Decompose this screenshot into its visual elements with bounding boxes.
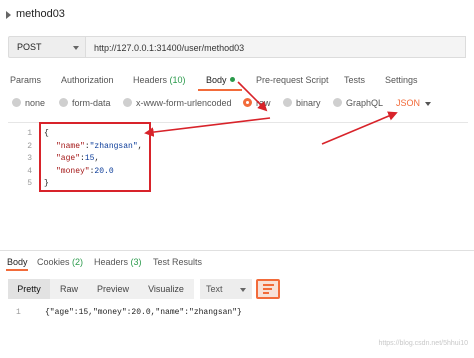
radio-graphql[interactable]: GraphQL xyxy=(333,98,383,108)
line-number: 5 xyxy=(27,179,32,188)
wrap-lines-icon-stroke xyxy=(263,292,269,294)
active-tab-underline xyxy=(198,89,242,91)
radio-label: binary xyxy=(296,98,321,108)
response-body[interactable]: 1 {"age":15,"money":20.0,"name":"zhangsa… xyxy=(8,306,468,322)
tab-cookies[interactable]: Cookies (2) xyxy=(37,257,83,267)
response-divider xyxy=(0,250,474,251)
radio-none[interactable]: none xyxy=(12,98,45,108)
wrap-lines-button[interactable] xyxy=(256,279,280,299)
radio-label: raw xyxy=(256,98,271,108)
line-number: 1 xyxy=(27,129,32,138)
tab-headers[interactable]: Headers (10) xyxy=(133,75,186,85)
tab-tests[interactable]: Tests xyxy=(344,75,365,85)
tab-body[interactable]: Body xyxy=(206,75,235,85)
tab-response-headers[interactable]: Headers (3) xyxy=(94,257,142,267)
radio-button-icon xyxy=(243,98,252,107)
tab-params[interactable]: Params xyxy=(10,75,41,85)
request-title-bar: method03 xyxy=(0,0,474,30)
cookies-count: (2) xyxy=(72,257,84,267)
radio-x-www-form-urlencoded[interactable]: x-www-form-urlencoded xyxy=(123,98,232,108)
wrap-lines-icon-stroke xyxy=(263,288,272,290)
tab-label: Body xyxy=(206,75,227,85)
caret-right-icon[interactable] xyxy=(6,11,11,19)
headers-count: (10) xyxy=(169,75,186,85)
line-number: 3 xyxy=(27,154,32,163)
tab-label: Tests xyxy=(344,75,366,85)
response-tabs: Body Cookies (2) Headers (3) Test Result… xyxy=(0,254,474,271)
request-title[interactable]: method03 xyxy=(16,8,65,20)
tab-label: Headers xyxy=(133,75,168,85)
radio-button-icon xyxy=(59,98,68,107)
tab-label: Cookies xyxy=(37,257,70,267)
chevron-down-icon[interactable] xyxy=(425,102,431,106)
response-toolbar: Pretty Raw Preview Visualize Text xyxy=(8,279,466,299)
tab-label: Headers xyxy=(94,257,129,267)
view-visualize[interactable]: Visualize xyxy=(138,279,194,299)
body-type-options: none form-data x-www-form-urlencoded raw… xyxy=(0,96,474,114)
radio-raw[interactable]: raw xyxy=(243,98,271,108)
response-format-select[interactable]: Text xyxy=(200,279,252,299)
line-number: 2 xyxy=(27,142,32,151)
radio-label: GraphQL xyxy=(346,98,384,108)
method-label: POST xyxy=(17,42,42,52)
annotation-highlight-box xyxy=(39,122,151,192)
radio-button-icon xyxy=(123,98,132,107)
view-preview[interactable]: Preview xyxy=(88,279,138,299)
tab-label: Settings xyxy=(385,75,418,85)
request-tabs: Params Authorization Headers (10) Body P… xyxy=(0,70,474,91)
url-text: http://127.0.0.1:31400/user/method03 xyxy=(94,43,245,53)
tab-label: Body xyxy=(7,257,28,267)
chevron-down-icon xyxy=(240,288,246,292)
radio-label: form-data xyxy=(72,98,111,108)
tab-label: Pre-request Script xyxy=(256,75,329,85)
radio-button-icon xyxy=(333,98,342,107)
radio-label: none xyxy=(25,98,46,108)
format-label: Text xyxy=(206,284,223,294)
tab-response-body[interactable]: Body xyxy=(7,257,28,267)
line-gutter: 1 2 3 4 5 xyxy=(8,123,36,243)
line-number: 4 xyxy=(27,167,32,176)
headers-count: (3) xyxy=(130,257,142,267)
chevron-down-icon xyxy=(73,46,79,50)
response-body-text: {"age":15,"money":20.0,"name":"zhangsan"… xyxy=(45,308,242,317)
tab-test-results[interactable]: Test Results xyxy=(153,257,202,267)
tab-label: Test Results xyxy=(153,257,203,267)
radio-form-data[interactable]: form-data xyxy=(59,98,111,108)
view-raw[interactable]: Raw xyxy=(50,279,88,299)
tab-settings[interactable]: Settings xyxy=(385,75,418,85)
tab-pre-request-script[interactable]: Pre-request Script xyxy=(256,75,329,85)
radio-label: x-www-form-urlencoded xyxy=(136,98,232,108)
view-pretty[interactable]: Pretty xyxy=(8,279,50,299)
tab-label: Params xyxy=(10,75,42,85)
line-number: 1 xyxy=(16,308,21,317)
radio-binary[interactable]: binary xyxy=(283,98,321,108)
format-select[interactable]: JSON xyxy=(396,98,420,108)
wrap-lines-icon xyxy=(263,284,274,286)
radio-button-icon xyxy=(12,98,21,107)
tab-label: Authorization xyxy=(61,75,114,85)
request-bar: POST http://127.0.0.1:31400/user/method0… xyxy=(8,36,466,58)
url-input[interactable]: http://127.0.0.1:31400/user/method03 xyxy=(86,36,466,58)
active-tab-underline xyxy=(6,269,28,271)
watermark: https://blog.csdn.net/5hhui10 xyxy=(378,340,468,347)
radio-button-icon xyxy=(283,98,292,107)
body-modified-dot xyxy=(229,77,235,82)
method-select[interactable]: POST xyxy=(8,36,86,58)
tab-authorization[interactable]: Authorization xyxy=(61,75,114,85)
